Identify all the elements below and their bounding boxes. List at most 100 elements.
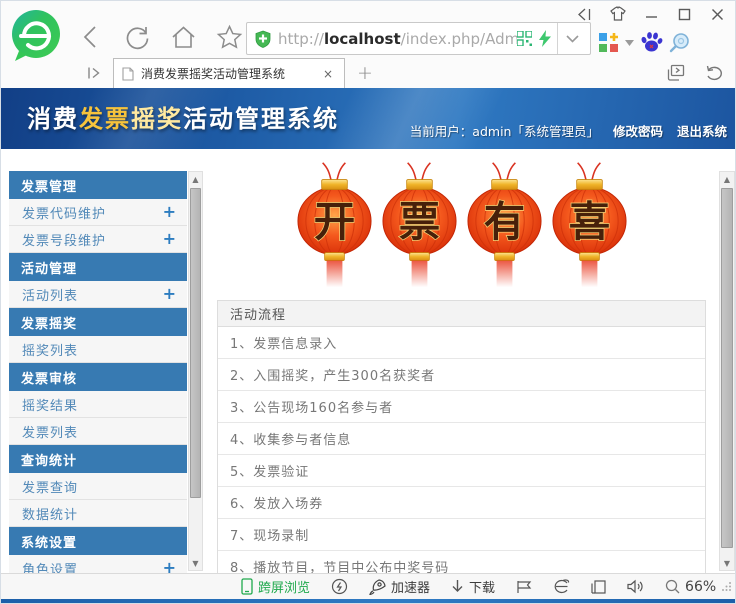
expand-plus-icon[interactable]: +	[163, 204, 177, 220]
flow-step: 2、入围摇奖，产生300名获奖者	[218, 359, 705, 391]
activity-flow-panel: 活动流程 1、发票信息录入 2、入围摇奖，产生300名获奖者 3、公告现场160…	[217, 300, 706, 573]
address-bar[interactable]: http://localhost/index.php/Admir	[246, 22, 591, 55]
site-title-part2: 发票	[79, 105, 131, 133]
window-bottom-edge	[1, 599, 736, 604]
security-shield-icon[interactable]	[255, 30, 271, 48]
resize-grip[interactable]	[722, 581, 732, 591]
lantern-char: 票	[399, 197, 440, 246]
sidebar-item-data-stats[interactable]: 数据统计	[9, 500, 187, 527]
nav-buttons	[77, 23, 243, 51]
duplicate-tab-icon[interactable]	[665, 62, 687, 84]
reopen-closed-tab-icon[interactable]	[703, 62, 725, 84]
sound-button[interactable]	[627, 579, 644, 594]
ie-compat-button[interactable]	[553, 579, 570, 594]
minimize-button[interactable]	[641, 5, 661, 23]
window-controls	[575, 5, 727, 23]
sidebar-item-invoice-code[interactable]: 发票代码维护 +	[9, 199, 187, 226]
expand-plus-icon[interactable]: +	[163, 560, 177, 573]
expand-plus-icon[interactable]: +	[163, 286, 177, 302]
download-button[interactable]: 下载	[451, 577, 495, 596]
page-scrollbar[interactable]: ▲ ▼	[719, 171, 735, 571]
zoom-control[interactable]: 66%	[665, 579, 716, 595]
expand-plus-icon[interactable]: +	[163, 231, 177, 247]
refresh-icon[interactable]	[123, 23, 151, 51]
new-tab-button[interactable]: +	[353, 62, 377, 84]
sidebar-item-role-settings[interactable]: 角色设置 +	[9, 555, 187, 573]
report-flag-button[interactable]	[516, 580, 532, 594]
back-icon[interactable]	[77, 23, 105, 51]
site-title-part1: 消费	[27, 105, 79, 133]
ie-e-icon	[553, 579, 570, 594]
favorites-star-icon[interactable]	[215, 23, 243, 51]
sidebar-label: 角色设置	[22, 559, 78, 574]
lantern-banner-image: 开 票 有	[295, 161, 629, 288]
scroll-down-arrow[interactable]: ▼	[189, 556, 202, 570]
tab-list-expand-icon[interactable]	[83, 62, 105, 84]
sidebar-scrollbar[interactable]: ▲ ▼	[188, 171, 203, 571]
paw-icon[interactable]	[640, 31, 663, 54]
cross-screen-browse-button[interactable]: 跨屏浏览	[241, 577, 310, 596]
qr-code-icon[interactable]	[517, 31, 532, 46]
url-scheme: http://	[278, 30, 324, 48]
url-dropdown-chevron-icon[interactable]	[558, 35, 586, 43]
phone-icon	[241, 578, 253, 595]
sidebar-label: 发票摇奖	[21, 313, 77, 332]
zoom-level-value: 66%	[685, 579, 716, 595]
close-button[interactable]	[707, 5, 727, 23]
browser-window: http://localhost/index.php/Admir	[0, 0, 736, 604]
sidebar-item-activity-list[interactable]: 活动列表+	[9, 281, 187, 308]
url-path: /index.php/Admir	[401, 30, 517, 48]
extensions-dropdown-icon[interactable]	[625, 40, 634, 46]
theme-shirt-icon[interactable]	[608, 5, 628, 23]
sidebar-menu: 发票管理 发票代码维护 + 发票号段维护+ 活动管理 活动列表+ 发票摇奖 摇奖列…	[9, 171, 187, 573]
sidebar-header-system-settings[interactable]: 系统设置	[9, 527, 187, 555]
tab-active[interactable]: 消费发票摇奖活动管理系统 ×	[113, 58, 345, 88]
speed-test-button[interactable]	[331, 578, 348, 595]
sidebar-label: 发票列表	[22, 422, 78, 441]
extensions-grid-icon[interactable]	[598, 32, 619, 53]
sidebar-item-invoice-query[interactable]: 发票查询	[9, 473, 187, 500]
window-mode-button[interactable]	[591, 580, 606, 594]
lantern-char: 喜	[569, 197, 610, 246]
sidebar-item-invoice-range[interactable]: 发票号段维护+	[9, 226, 187, 253]
scrollbar-thumb[interactable]	[721, 188, 733, 548]
sidebar-item-lottery-list[interactable]: 摇奖列表	[9, 336, 187, 363]
accelerator-button[interactable]: 加速器	[369, 577, 430, 596]
scroll-down-arrow[interactable]: ▼	[720, 556, 734, 570]
sidebar-header-invoice-mgmt[interactable]: 发票管理	[9, 171, 187, 199]
flow-step: 6、发放入场券	[218, 487, 705, 519]
sidebar-header-activity-mgmt[interactable]: 活动管理	[9, 253, 187, 281]
sidebar-item-invoice-list[interactable]: 发票列表	[9, 418, 187, 445]
sidebar-label: 发票管理	[21, 176, 77, 195]
maximize-button[interactable]	[674, 5, 694, 23]
flow-step: 3、公告现场160名参与者	[218, 391, 705, 423]
change-password-link[interactable]: 修改密码	[613, 121, 663, 140]
sidebar-item-lottery-result[interactable]: 摇奖结果	[9, 391, 187, 418]
sidebar-label: 发票代码维护	[22, 203, 106, 222]
dock-left-icon[interactable]	[575, 5, 595, 23]
sidebar-label: 查询统计	[21, 450, 77, 469]
scrollbar-thumb[interactable]	[190, 188, 201, 498]
sidebar-header-query-stats[interactable]: 查询统计	[9, 445, 187, 473]
page-doc-icon	[122, 67, 134, 81]
scroll-up-arrow[interactable]: ▲	[720, 172, 734, 186]
tab-close-icon[interactable]: ×	[320, 66, 336, 82]
user-bar: 当前用户：admin「系统管理员」 修改密码 退出系统	[410, 121, 727, 140]
tabbar-right-icons	[665, 62, 725, 84]
sidebar-label: 数据统计	[22, 504, 78, 523]
site-title-part4: 活动管理系统	[183, 105, 339, 133]
sidebar-header-invoice-lottery[interactable]: 发票摇奖	[9, 308, 187, 336]
screenshot-magnifier-icon[interactable]	[669, 32, 691, 54]
sidebar-label: 摇奖列表	[22, 340, 78, 359]
logout-link[interactable]: 退出系统	[677, 121, 727, 140]
home-icon[interactable]	[169, 23, 197, 51]
browser-logo-icon[interactable]	[7, 7, 65, 65]
sidebar-label: 摇奖结果	[22, 395, 78, 414]
sidebar-label: 发票审核	[21, 368, 77, 387]
sidebar-header-invoice-audit[interactable]: 发票审核	[9, 363, 187, 391]
speed-lightning-icon[interactable]	[539, 30, 551, 47]
page-content: 发票管理 发票代码维护 + 发票号段维护+ 活动管理 活动列表+ 发票摇奖 摇奖列…	[1, 149, 736, 573]
flow-step: 7、现场录制	[218, 519, 705, 551]
url-text[interactable]: http://localhost/index.php/Admir	[278, 30, 517, 48]
scroll-up-arrow[interactable]: ▲	[189, 172, 202, 186]
